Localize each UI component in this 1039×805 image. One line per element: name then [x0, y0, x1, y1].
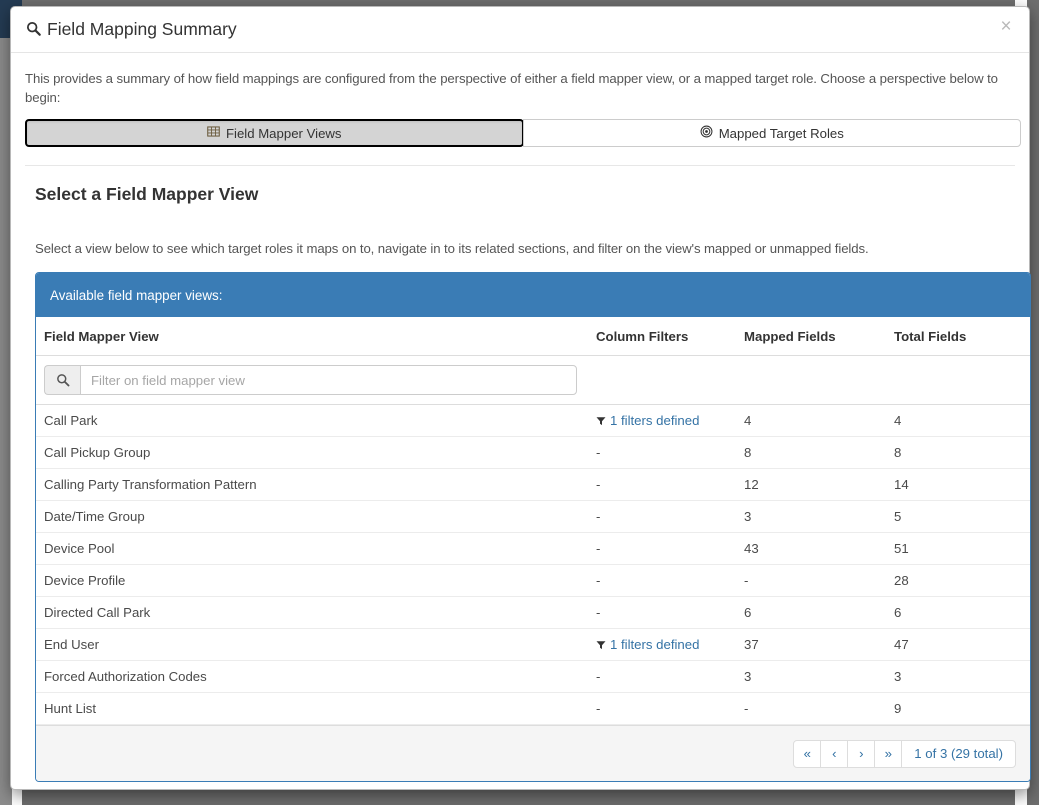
search-icon	[26, 20, 41, 41]
intro-description: This provides a summary of how field map…	[25, 69, 1015, 107]
cell-total-fields: 5	[886, 501, 1031, 533]
column-header-field-mapper-view[interactable]: Field Mapper View	[36, 317, 588, 356]
filter-input-group	[44, 365, 577, 395]
cell-total-fields: 14	[886, 469, 1031, 501]
cell-total-fields: 28	[886, 565, 1031, 597]
cell-field-mapper-view[interactable]: Device Pool	[36, 533, 588, 565]
table-filter-row	[36, 356, 1031, 405]
cell-column-filters: -	[588, 597, 736, 629]
cell-field-mapper-view[interactable]: Calling Party Transformation Pattern	[36, 469, 588, 501]
cell-mapped-fields: 43	[736, 533, 886, 565]
filter-cell-empty-1	[588, 356, 736, 405]
cell-field-mapper-view[interactable]: Call Pickup Group	[36, 437, 588, 469]
cell-mapped-fields: -	[736, 565, 886, 597]
dialog-body: This provides a summary of how field map…	[11, 69, 1029, 782]
table-row[interactable]: Device Profile--28	[36, 565, 1031, 597]
search-input[interactable]	[80, 365, 577, 395]
table-row[interactable]: End User 1 filters defined 3747	[36, 629, 1031, 661]
column-header-total-fields[interactable]: Total Fields	[886, 317, 1031, 356]
field-mapper-views-table: Field Mapper View Column Filters Mapped …	[36, 317, 1031, 725]
cell-column-filters: -	[588, 661, 736, 693]
section-description: Select a view below to see which target …	[35, 241, 1015, 256]
cell-field-mapper-view[interactable]: End User	[36, 629, 588, 661]
table-row[interactable]: Hunt List--9	[36, 693, 1031, 725]
cell-column-filters: 1 filters defined	[588, 405, 736, 437]
pagination-first-button[interactable]: «	[793, 740, 821, 768]
panel-heading: Available field mapper views:	[36, 273, 1030, 317]
cell-total-fields: 3	[886, 661, 1031, 693]
cell-mapped-fields: 6	[736, 597, 886, 629]
dialog-title-text: Field Mapping Summary	[47, 19, 237, 39]
cell-mapped-fields: 4	[736, 405, 886, 437]
filters-defined-link[interactable]: 1 filters defined	[610, 637, 699, 652]
cell-column-filters: 1 filters defined	[588, 629, 736, 661]
section-heading: Select a Field Mapper View	[35, 184, 1015, 205]
tab-field-mapper-views[interactable]: Field Mapper Views	[25, 119, 524, 147]
tab-label: Mapped Target Roles	[719, 126, 844, 141]
page-title: Field Mapping Summary	[26, 19, 237, 40]
cell-total-fields: 47	[886, 629, 1031, 661]
cell-total-fields: 4	[886, 405, 1031, 437]
cell-total-fields: 9	[886, 693, 1031, 725]
filter-cell-empty-2	[736, 356, 886, 405]
pagination-status: 1 of 3 (29 total)	[901, 740, 1016, 768]
section-divider	[25, 165, 1015, 166]
table-row[interactable]: Call Pickup Group-88	[36, 437, 1031, 469]
table-grid-icon	[207, 125, 220, 141]
search-icon[interactable]	[44, 365, 80, 395]
table-row[interactable]: Directed Call Park-66	[36, 597, 1031, 629]
available-views-panel: Available field mapper views: Field Mapp…	[35, 272, 1031, 782]
cell-total-fields: 51	[886, 533, 1031, 565]
cell-total-fields: 6	[886, 597, 1031, 629]
cell-total-fields: 8	[886, 437, 1031, 469]
table-row[interactable]: Calling Party Transformation Pattern-121…	[36, 469, 1031, 501]
field-mapping-summary-dialog: Field Mapping Summary × This provides a …	[10, 6, 1030, 790]
cell-field-mapper-view[interactable]: Call Park	[36, 405, 588, 437]
pagination: « ‹ › » 1 of 3 (29 total)	[793, 740, 1016, 768]
cell-field-mapper-view[interactable]: Forced Authorization Codes	[36, 661, 588, 693]
pagination-prev-button[interactable]: ‹	[820, 740, 848, 768]
cell-field-mapper-view[interactable]: Hunt List	[36, 693, 588, 725]
table-row[interactable]: Call Park 1 filters defined 44	[36, 405, 1031, 437]
funnel-icon	[596, 414, 606, 429]
perspective-tab-group: Field Mapper Views Mapped Target Roles	[25, 119, 1021, 147]
table-header-row: Field Mapper View Column Filters Mapped …	[36, 317, 1031, 356]
cell-column-filters: -	[588, 533, 736, 565]
cell-column-filters: -	[588, 501, 736, 533]
cell-mapped-fields: 3	[736, 501, 886, 533]
tab-mapped-target-roles[interactable]: Mapped Target Roles	[523, 119, 1022, 147]
bullseye-target-icon	[700, 125, 713, 141]
filter-cell	[36, 356, 588, 405]
cell-column-filters: -	[588, 469, 736, 501]
column-header-mapped-fields[interactable]: Mapped Fields	[736, 317, 886, 356]
cell-mapped-fields: 8	[736, 437, 886, 469]
cell-column-filters: -	[588, 693, 736, 725]
table-row[interactable]: Device Pool-4351	[36, 533, 1031, 565]
table-row[interactable]: Date/Time Group-35	[36, 501, 1031, 533]
cell-mapped-fields: 37	[736, 629, 886, 661]
dialog-header: Field Mapping Summary ×	[11, 7, 1029, 53]
funnel-icon	[596, 638, 606, 653]
close-icon[interactable]: ×	[995, 16, 1017, 38]
pagination-next-button[interactable]: ›	[847, 740, 875, 768]
filter-cell-empty-3	[886, 356, 1031, 405]
cell-column-filters: -	[588, 565, 736, 597]
cell-field-mapper-view[interactable]: Date/Time Group	[36, 501, 588, 533]
cell-mapped-fields: 12	[736, 469, 886, 501]
panel-footer: « ‹ › » 1 of 3 (29 total)	[36, 725, 1030, 781]
pagination-last-button[interactable]: »	[874, 740, 902, 768]
cell-field-mapper-view[interactable]: Directed Call Park	[36, 597, 588, 629]
cell-mapped-fields: -	[736, 693, 886, 725]
cell-mapped-fields: 3	[736, 661, 886, 693]
cell-field-mapper-view[interactable]: Device Profile	[36, 565, 588, 597]
tab-label: Field Mapper Views	[226, 126, 342, 141]
table-row[interactable]: Forced Authorization Codes-33	[36, 661, 1031, 693]
column-header-column-filters[interactable]: Column Filters	[588, 317, 736, 356]
filters-defined-link[interactable]: 1 filters defined	[610, 413, 699, 428]
cell-column-filters: -	[588, 437, 736, 469]
